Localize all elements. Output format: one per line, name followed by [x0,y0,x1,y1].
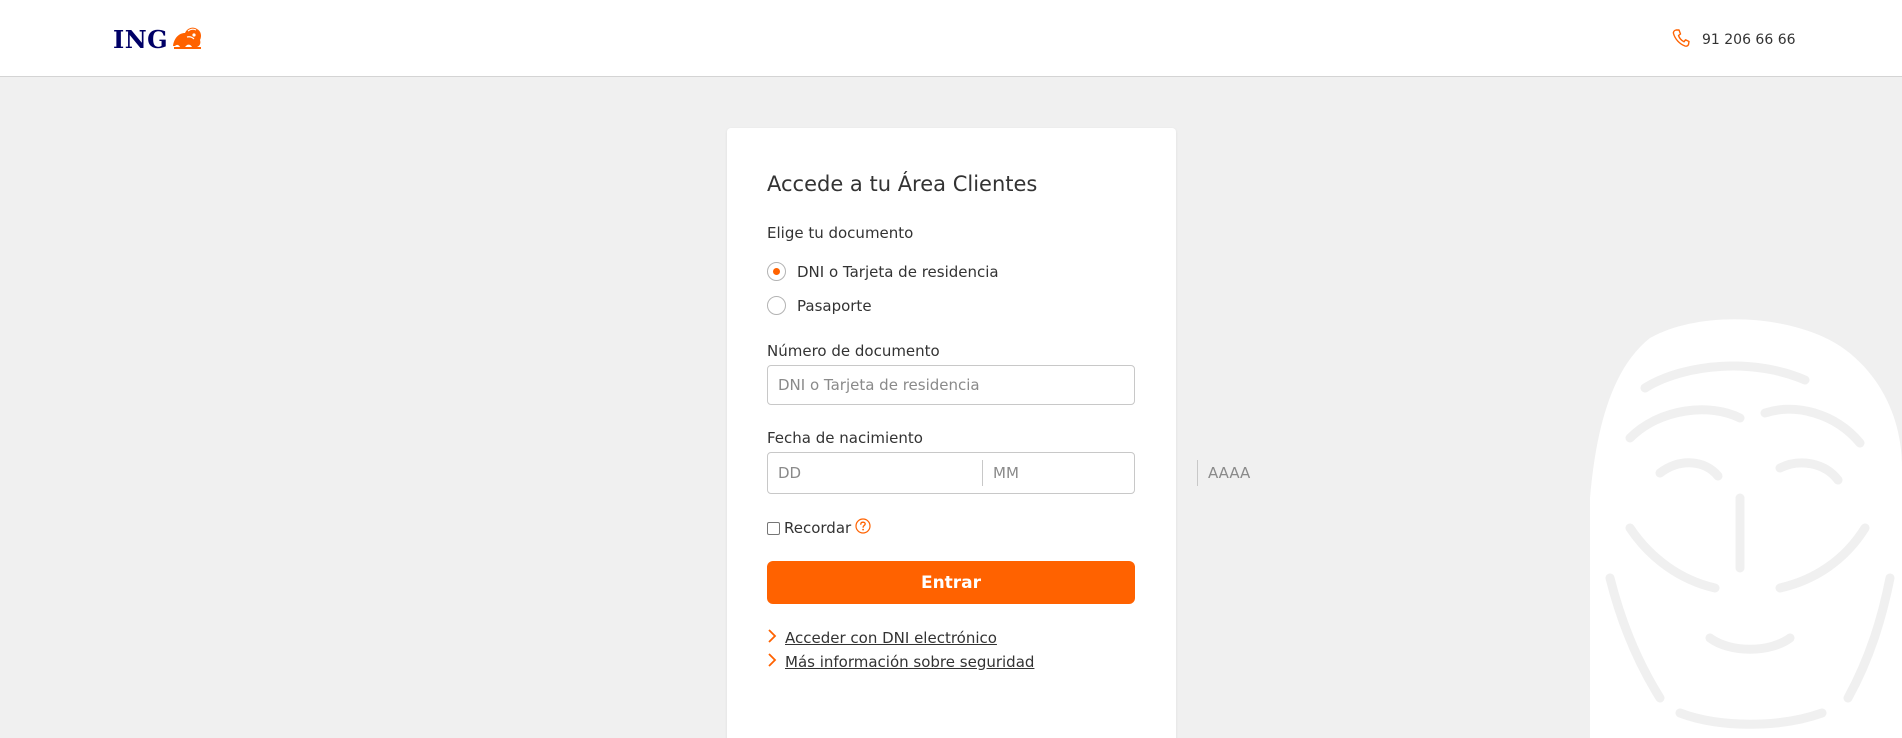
link-row-dnie[interactable]: Acceder con DNI electrónico [767,628,997,647]
chevron-right-icon [767,628,777,647]
dnie-link[interactable]: Acceder con DNI electrónico [785,629,997,647]
phone-number[interactable]: 91 206 66 66 [1702,32,1796,48]
ing-logo[interactable]: ING [113,24,204,54]
radio-dni-label: DNI o Tarjeta de residencia [797,262,999,281]
login-card: Accede a tu Área Clientes Elige tu docum… [727,128,1412,738]
doc-type-label: Elige tu documento [767,224,914,242]
radio-dni-control[interactable] [767,262,786,281]
radio-passport-control[interactable] [767,296,786,315]
birth-year-input[interactable] [1197,460,1412,486]
radio-passport[interactable]: Pasaporte [767,296,872,315]
help-icon[interactable] [855,518,871,538]
phone-icon [1672,28,1690,52]
submit-button[interactable]: Entrar [767,561,1135,604]
security-info-link[interactable]: Más información sobre seguridad [785,653,1034,671]
remember-label: Recordar [784,519,852,537]
lion-watermark-icon [1590,318,1902,738]
doc-number-label: Número de documento [767,342,940,360]
chevron-right-icon [767,652,777,671]
birth-date-label: Fecha de nacimiento [767,429,923,447]
radio-passport-label: Pasaporte [797,296,872,315]
doc-number-input[interactable] [767,365,1135,405]
birth-date-group [767,452,1412,494]
phone-contact[interactable]: 91 206 66 66 [1672,28,1796,52]
birth-month-input[interactable] [982,460,1197,486]
birth-day-input[interactable] [768,460,982,486]
lion-logo-icon [170,24,204,54]
remember-checkbox[interactable] [767,521,780,535]
site-header: ING 91 206 66 66 [0,0,1902,77]
radio-dni[interactable]: DNI o Tarjeta de residencia [767,262,999,281]
login-title: Accede a tu Área Clientes [767,172,1038,196]
logo-text: ING [113,24,169,54]
remember-row[interactable]: Recordar [767,518,871,538]
link-row-security[interactable]: Más información sobre seguridad [767,652,1034,671]
